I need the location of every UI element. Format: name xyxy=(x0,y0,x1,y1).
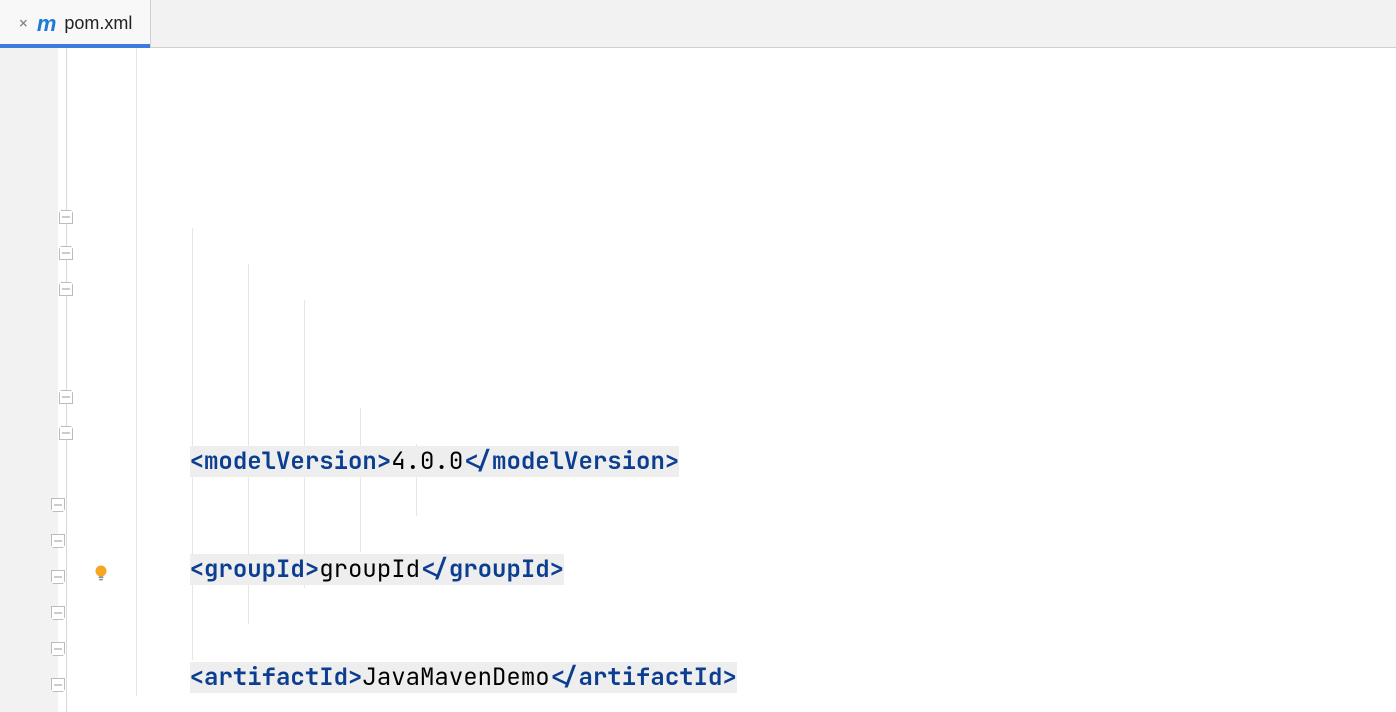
fold-close-icon[interactable] xyxy=(58,570,76,588)
fold-open-icon[interactable] xyxy=(66,246,84,264)
fold-close-icon[interactable] xyxy=(58,678,76,696)
fold-close-icon[interactable] xyxy=(58,642,76,660)
code-editor[interactable]: <modelVersion>4.0.0</modelVersion> <grou… xyxy=(0,48,1396,712)
code-line[interactable]: <modelVersion>4.0.0</modelVersion> xyxy=(128,444,1396,480)
fold-open-icon[interactable] xyxy=(66,210,84,228)
close-icon[interactable]: × xyxy=(18,15,29,33)
fold-open-icon[interactable] xyxy=(66,426,84,444)
code-line[interactable]: <groupId>groupId</groupId> xyxy=(128,552,1396,588)
fold-close-icon[interactable] xyxy=(58,606,76,624)
code-line[interactable]: <artifactId>JavaMavenDemo</artifactId> xyxy=(128,660,1396,696)
code-area[interactable]: <modelVersion>4.0.0</modelVersion> <grou… xyxy=(128,48,1396,712)
editor-tabbar: × m pom.xml xyxy=(0,0,1396,48)
tab-filename: pom.xml xyxy=(64,13,132,34)
fold-close-icon[interactable] xyxy=(58,498,76,516)
fold-close-icon[interactable] xyxy=(58,534,76,552)
gutter xyxy=(0,48,128,712)
intention-bulb-icon[interactable] xyxy=(92,564,110,582)
maven-file-icon: m xyxy=(37,11,57,37)
fold-open-icon[interactable] xyxy=(66,390,84,408)
fold-open-icon[interactable] xyxy=(66,282,84,300)
tab-pom-xml[interactable]: × m pom.xml xyxy=(0,0,151,47)
